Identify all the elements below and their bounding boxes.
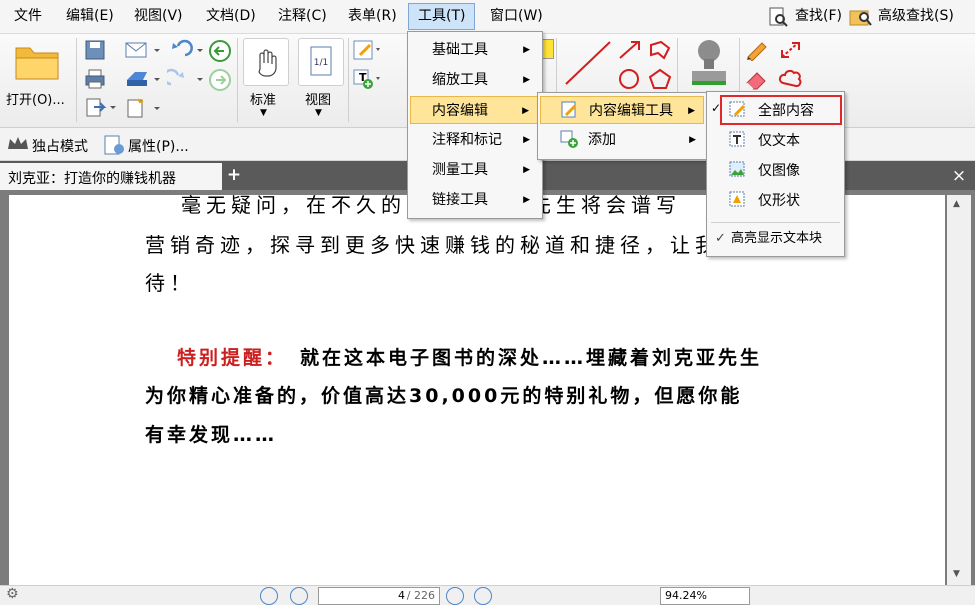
doc-line-2: 营销奇迹，探寻到更多快速赚钱的秘道和捷径，让我 bbox=[145, 233, 720, 257]
resize-arrow-icon[interactable] bbox=[778, 39, 804, 65]
doc-bold-line-1: 就在这本电子图书的深处……埋藏着刘克亚先生 bbox=[300, 347, 763, 369]
doc-highlight-label: 特别提醒： bbox=[177, 347, 288, 369]
document-tab[interactable]: 刘克亚：打造你的赚钱机器 bbox=[0, 163, 222, 190]
find-button[interactable]: 查找(F) bbox=[793, 6, 844, 27]
oval-tool-icon[interactable] bbox=[617, 68, 643, 94]
polygon-tool-icon[interactable] bbox=[647, 39, 673, 65]
add-text-icon[interactable]: T bbox=[352, 68, 382, 94]
crown-icon bbox=[6, 135, 28, 157]
chevron-down-icon[interactable]: ▼ bbox=[315, 108, 322, 118]
properties-icon bbox=[102, 134, 126, 160]
tools-menu-measure[interactable]: 测量工具 ▶ bbox=[410, 156, 538, 184]
content-edit-icon bbox=[561, 101, 579, 119]
undo-icon[interactable] bbox=[167, 39, 207, 65]
pentagon-tool-icon[interactable] bbox=[647, 68, 673, 94]
shape-only-item[interactable]: 仅形状 bbox=[709, 187, 842, 215]
redo-icon[interactable] bbox=[163, 68, 207, 94]
arrow-tool-icon[interactable] bbox=[617, 39, 643, 65]
document-tab-title: 刘克亚：打造你的赚钱机器 bbox=[8, 171, 176, 187]
highlight-icon[interactable] bbox=[542, 39, 554, 59]
new-document-icon[interactable] bbox=[124, 97, 164, 123]
find-icon[interactable] bbox=[767, 6, 789, 28]
page-number-value: 4 bbox=[398, 589, 405, 602]
highlight-text-blocks-item[interactable]: ✓ 高亮显示文本块 bbox=[709, 225, 842, 253]
scroll-down-icon[interactable]: ▼ bbox=[953, 569, 960, 579]
doc-bold-line-3: 有幸发现…… bbox=[145, 424, 278, 446]
view-button[interactable]: 1/1 bbox=[298, 38, 344, 86]
back-icon[interactable] bbox=[208, 39, 232, 67]
page-total: / 226 bbox=[406, 589, 435, 602]
content-edit-tools-item[interactable]: 内容编辑工具 ▶ bbox=[540, 96, 704, 124]
edit-text-icon[interactable] bbox=[352, 39, 382, 65]
menu-window[interactable]: 窗口(W) bbox=[488, 6, 545, 27]
menu-comment[interactable]: 注释(C) bbox=[276, 6, 329, 27]
stamp-icon[interactable] bbox=[686, 37, 732, 93]
zoom-field[interactable]: 94.24% bbox=[660, 587, 750, 605]
hand-tool-button[interactable] bbox=[243, 38, 289, 86]
tools-menu-basic[interactable]: 基础工具 ▶ bbox=[410, 36, 538, 64]
forward-icon[interactable] bbox=[208, 68, 232, 96]
add-content-icon bbox=[560, 130, 578, 148]
save-icon[interactable] bbox=[84, 39, 106, 65]
menu-form[interactable]: 表单(R) bbox=[346, 6, 399, 27]
menu-tools[interactable]: 工具(T) bbox=[408, 3, 476, 30]
doc-bold-line-2: 为你精心准备的，价值高达30,000元的特别礼物，但愿你能 bbox=[145, 385, 743, 407]
menu-edit[interactable]: 编辑(E) bbox=[64, 6, 116, 27]
text-only-item[interactable]: 仅文本 bbox=[709, 127, 842, 155]
menu-divider bbox=[711, 222, 840, 223]
content-edit-submenu: 内容编辑工具 ▶ 添加 ▶ bbox=[537, 92, 709, 160]
advanced-search-button[interactable]: 高级查找(S) bbox=[876, 6, 956, 27]
edit-image-only-icon bbox=[729, 161, 747, 179]
selection-highlight-box bbox=[720, 95, 842, 125]
settings-gear-icon[interactable]: ⚙ bbox=[6, 586, 19, 602]
close-tab-button[interactable]: × bbox=[947, 164, 971, 188]
chevron-down-icon[interactable]: ▼ bbox=[260, 108, 267, 118]
export-icon[interactable] bbox=[84, 97, 118, 123]
menu-file[interactable]: 文件 bbox=[12, 6, 44, 27]
menu-document[interactable]: 文档(D) bbox=[204, 6, 258, 27]
print-icon[interactable] bbox=[84, 68, 106, 94]
tools-menu-content-edit[interactable]: 内容编辑 ▶ bbox=[410, 96, 538, 124]
status-bar: ⚙ 4 / 226 94.24% bbox=[0, 585, 975, 605]
hand-tool-label: 标准 bbox=[250, 93, 277, 108]
scroll-up-icon[interactable]: ▲ bbox=[953, 199, 960, 209]
new-tab-button[interactable]: + bbox=[224, 165, 244, 187]
open-folder-icon[interactable] bbox=[12, 40, 62, 82]
first-page-icon[interactable] bbox=[260, 587, 278, 605]
vertical-scrollbar[interactable]: ▲ ▼ bbox=[947, 195, 971, 585]
tools-menu-zoom[interactable]: 缩放工具 ▶ bbox=[410, 66, 538, 94]
page-icon-text: 1/1 bbox=[314, 58, 328, 68]
open-button[interactable]: 打开(O)... bbox=[6, 89, 65, 108]
last-page-icon[interactable] bbox=[474, 587, 492, 605]
image-only-item[interactable]: 仅图像 bbox=[709, 157, 842, 185]
scanner-icon[interactable] bbox=[124, 68, 164, 94]
tools-menu: 基础工具 ▶ 缩放工具 ▶ 内容编辑 ▶ 注释和标记 ▶ 测量工具 ▶ 链接工具 ▶ bbox=[407, 31, 543, 219]
content-add-item[interactable]: 添加 ▶ bbox=[540, 126, 704, 154]
exclusive-mode-button[interactable]: 独占模式 bbox=[32, 136, 88, 156]
next-page-icon[interactable] bbox=[446, 587, 464, 605]
pencil-icon[interactable] bbox=[744, 39, 770, 65]
menu-bar: 文件 编辑(E) 视图(V) 文档(D) 注释(C) 表单(R) 工具(T) 窗… bbox=[0, 0, 975, 34]
advanced-search-icon[interactable] bbox=[849, 6, 873, 28]
tools-menu-link[interactable]: 链接工具 ▶ bbox=[410, 186, 538, 214]
page-number-field[interactable]: 4 / 226 bbox=[318, 587, 440, 605]
view-label: 视图 bbox=[305, 93, 332, 108]
edit-text-only-icon bbox=[729, 131, 747, 149]
menu-view[interactable]: 视图(V) bbox=[132, 6, 185, 27]
edit-shape-only-icon bbox=[729, 191, 747, 209]
doc-line-3: 待！ bbox=[145, 271, 195, 295]
tools-menu-comment-markup[interactable]: 注释和标记 ▶ bbox=[410, 126, 538, 154]
properties-button[interactable]: 属性(P)... bbox=[128, 136, 189, 156]
line-tool-icon[interactable] bbox=[562, 38, 614, 92]
prev-page-icon[interactable] bbox=[290, 587, 308, 605]
email-icon[interactable] bbox=[124, 39, 164, 65]
highlight-check-icon: ✓ bbox=[715, 231, 726, 246]
